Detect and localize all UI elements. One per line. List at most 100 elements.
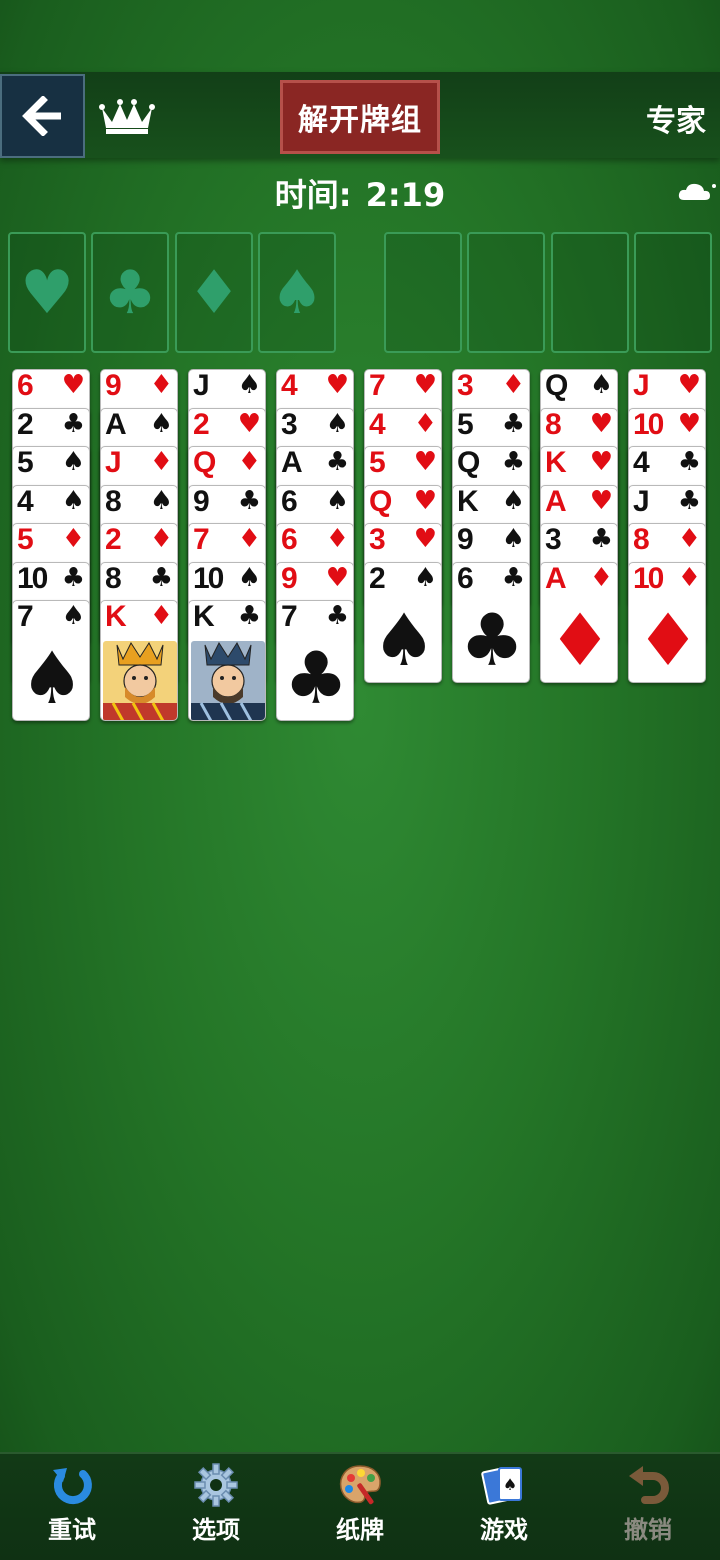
heart-icon: ♥ [589,485,613,516]
spade-icon: ♠ [61,485,85,516]
diamond-icon: ♦ [237,524,261,554]
card-rank: 6 [281,484,298,518]
card-rank: Q [193,446,216,479]
deal-button[interactable]: 解开牌组 [280,80,440,154]
diamond-icon: ♦ [589,562,613,593]
card-rank: 10 [17,561,48,595]
card-rank: 2 [193,407,210,441]
card-rank: 3 [545,523,562,556]
diamond-icon: ♦ [187,257,241,328]
club-icon: ♣ [103,257,157,328]
crown-icon[interactable] [98,96,156,136]
playing-card[interactable]: 6 ♣ ♣ [452,561,530,683]
card-rank: 2 [17,407,34,441]
playing-card[interactable]: 7 ♣ ♣ [276,600,354,721]
king-portrait-image [191,641,265,720]
club-icon: ♣ [501,562,525,593]
playing-card[interactable]: K ♣ [188,600,266,721]
card-rank: 9 [105,369,122,402]
club-icon: ♣ [61,408,85,439]
card-rank: 6 [457,561,474,595]
heart-icon: ♥ [413,370,437,400]
games-button[interactable]: ♠ 游戏 [454,1462,554,1545]
card-rank: J [193,369,210,402]
card-rank: 9 [193,484,210,518]
card-rank: A [105,407,127,441]
card-rank: 3 [281,407,298,441]
back-button[interactable] [0,74,85,158]
cards-icon: ♠ [481,1467,522,1505]
card-rank: K [193,600,215,633]
cloud-icon[interactable] [676,180,716,202]
spade-icon: ♠ [19,636,85,720]
diamond-icon: ♦ [635,597,701,682]
playing-card[interactable]: 7 ♠ ♠ [12,600,90,721]
card-rank: 10 [633,561,664,595]
options-button[interactable]: 选项 [166,1462,266,1545]
heart-icon: ♥ [20,257,74,328]
diamond-icon: ♦ [413,408,437,439]
club-icon: ♣ [459,597,525,682]
card-rank: 9 [281,561,298,595]
spade-icon: ♠ [237,562,261,593]
playing-card[interactable]: 2 ♠ ♠ [364,561,442,683]
spade-icon: ♠ [371,597,437,682]
card-rank: 7 [369,369,386,402]
card-rank: 3 [369,523,386,556]
card-rank: 5 [369,446,386,479]
undo-button[interactable]: 撤销 [598,1462,698,1545]
foundation-clubs[interactable]: ♣ [91,232,169,353]
cards-theme-button[interactable]: 纸牌 [310,1462,410,1545]
spade-icon: ♠ [501,485,525,516]
card-rank: 4 [281,369,298,402]
card-rank: 5 [17,523,34,556]
difficulty-label[interactable]: 专家 [646,96,706,140]
diamond-icon: ♦ [677,524,701,554]
club-icon: ♣ [61,562,85,593]
heart-icon: ♥ [413,524,437,554]
spade-icon: ♠ [325,485,349,516]
card-rank: 8 [105,484,122,518]
spade-icon: ♠ [61,447,85,477]
club-icon: ♣ [501,408,525,439]
retry-button[interactable]: 重试 [22,1462,122,1545]
cards-theme-label: 纸牌 [336,1516,384,1544]
card-rank: J [105,446,122,479]
undo-icon [629,1466,669,1504]
spade-icon: ♠ [501,524,525,554]
heart-icon: ♥ [325,370,349,400]
card-rank: 6 [281,523,298,556]
foundation-spades[interactable]: ♠ [258,232,336,353]
card-rank: Q [369,484,392,518]
club-icon: ♣ [677,447,701,477]
timer-label: 时间: [274,176,352,214]
heart-icon: ♥ [413,447,437,477]
card-rank: 6 [17,369,34,402]
card-rank: J [633,369,650,402]
card-rank: 5 [17,446,34,479]
heart-icon: ♥ [589,408,613,439]
card-rank: 8 [633,523,650,556]
king-portrait-image [103,641,177,720]
club-icon: ♣ [677,485,701,516]
free-cell-4[interactable] [634,232,712,353]
card-rank: 3 [457,369,474,402]
free-cell-1[interactable] [384,232,462,353]
spade-icon: ♠ [149,408,173,439]
heart-icon: ♥ [413,485,437,516]
card-rank: 7 [281,600,298,633]
card-rank: 8 [545,407,562,441]
diamond-icon: ♦ [149,447,173,477]
playing-card[interactable]: K ♦ [100,600,178,721]
diamond-icon: ♦ [149,524,173,554]
diamond-icon: ♦ [325,524,349,554]
card-rank: 4 [369,407,386,441]
card-rank: K [457,484,479,518]
free-cell-3[interactable] [551,232,629,353]
playing-card[interactable]: 10 ♦ ♦ [628,561,706,683]
foundation-hearts[interactable]: ♥ [8,232,86,353]
foundation-diamonds[interactable]: ♦ [175,232,253,353]
spade-icon: ♠ [149,485,173,516]
free-cell-2[interactable] [467,232,545,353]
playing-card[interactable]: A ♦ ♦ [540,561,618,683]
